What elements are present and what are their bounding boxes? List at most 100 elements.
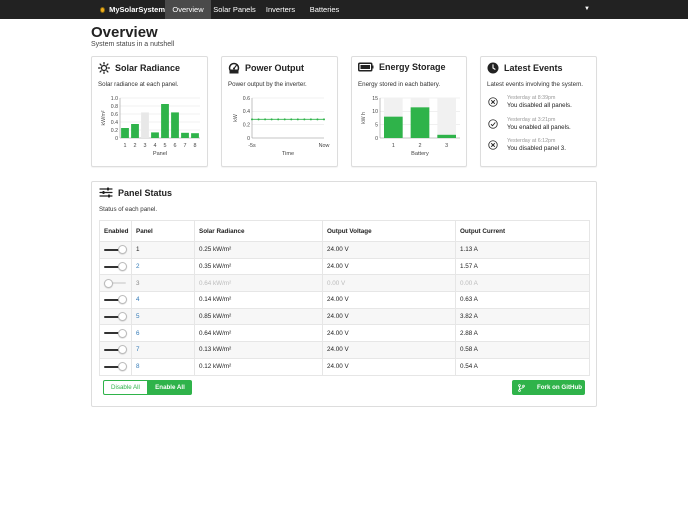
card-title: Power Output — [228, 62, 304, 74]
panel-enabled-toggle[interactable] — [104, 245, 127, 255]
panel-number[interactable]: 1 — [131, 241, 195, 259]
fork-on-github-button[interactable]: Fork on GitHub — [512, 380, 585, 395]
brand[interactable]: MySolarSystem — [0, 0, 165, 19]
enabled-cell — [99, 357, 132, 376]
nav-item-batteries[interactable]: Batteries — [303, 0, 346, 19]
panel-status-desc: Status of each panel. — [99, 206, 158, 213]
output-current-value: 3.82 A — [455, 307, 590, 326]
disable-all-button[interactable]: Disable All — [103, 380, 148, 395]
gauge-icon — [228, 62, 240, 74]
col-output-voltage[interactable]: Output Voltage — [322, 220, 456, 242]
panel-number[interactable]: 3 — [131, 274, 195, 293]
battery-capacity-bar — [437, 98, 456, 138]
power-point — [257, 118, 260, 121]
output-voltage-value: 24.00 V — [322, 324, 456, 343]
nav-item-overview[interactable]: Overview — [165, 0, 211, 19]
latest-events-title: Latest Events — [504, 63, 563, 73]
col-solar-radiance[interactable]: Solar Radiance — [194, 220, 323, 242]
solar-radiance-value: 0.14 kW/m² — [194, 291, 323, 309]
panel-enabled-toggle[interactable] — [104, 312, 127, 322]
panel-rows: 1 0.25 kW/m² 24.00 V 1.13 A 2 0.35 kW/m² 24.00… — [99, 241, 590, 376]
output-voltage-value: 24.00 V — [322, 307, 456, 326]
table-row: 2 0.35 kW/m² 24.00 V 1.57 A — [99, 257, 590, 276]
x-circle-icon — [488, 97, 498, 107]
panel-enabled-toggle[interactable] — [104, 362, 127, 372]
panel-enabled-toggle[interactable] — [104, 345, 127, 355]
dropdown-caret-icon[interactable]: ▼ — [584, 6, 590, 12]
y-tick-label: 0.4 — [111, 120, 118, 126]
col-output-current[interactable]: Output Current — [455, 220, 590, 242]
table-row: 8 0.12 kW/m² 24.00 V 0.54 A — [99, 357, 590, 376]
solar-radiance-desc: Solar radiance at each panel. — [98, 81, 179, 88]
event-text: You disabled panel 3. — [507, 145, 566, 152]
x-tick-label: 1 — [124, 143, 127, 149]
x-tick-label: 1 — [392, 143, 395, 149]
panel-enabled-toggle[interactable] — [104, 278, 126, 288]
toggle-knob — [118, 328, 127, 338]
enabled-cell — [99, 341, 132, 359]
toggle-knob — [118, 345, 127, 355]
nav-item-inverters[interactable]: Inverters — [258, 0, 303, 19]
enabled-cell — [99, 274, 132, 293]
radiance-bar — [191, 133, 199, 138]
col-panel[interactable]: Panel — [131, 220, 195, 242]
panel-number[interactable]: 5 — [131, 307, 195, 326]
toggle-knob — [118, 312, 127, 322]
panel-enabled-toggle[interactable] — [104, 262, 127, 272]
event-text: You disabled all panels. — [507, 102, 572, 109]
toggle-knob — [118, 245, 127, 255]
energy-storage-desc: Energy stored in each battery. — [358, 81, 441, 88]
panel-enabled-toggle[interactable] — [104, 328, 127, 338]
output-voltage-value: 0.00 V — [322, 274, 456, 293]
panel-number[interactable]: 6 — [131, 324, 195, 343]
enable-all-button[interactable]: Enable All — [148, 380, 192, 395]
panel-number[interactable]: 8 — [131, 357, 195, 376]
radiance-bar — [121, 128, 129, 138]
enabled-cell — [99, 307, 132, 326]
y-axis-label: kW/m² — [101, 110, 107, 125]
nav-label: Inverters — [265, 5, 296, 14]
table-row: 6 0.64 kW/m² 24.00 V 2.88 A — [99, 324, 590, 343]
energy-storage-title: Energy Storage — [379, 62, 446, 72]
panel-number[interactable]: 4 — [131, 291, 195, 309]
power-point — [290, 118, 293, 121]
energy-storage-chart: 0 5 10 15 Battery kW h 1 2 3 — [361, 96, 460, 157]
solar-radiance-value: 0.64 kW/m² — [194, 274, 323, 293]
panel-number[interactable]: 7 — [131, 341, 195, 359]
enable-button-group: Disable All Enable All — [103, 380, 192, 395]
event-body: Yesterday at 3:21pm You enabled all pane… — [507, 117, 571, 131]
enabled-cell — [99, 257, 132, 276]
event-item: Yesterday at 8:39pm You disabled all pan… — [488, 95, 572, 109]
toggle-knob — [118, 262, 127, 272]
output-current-value: 0.58 A — [455, 341, 590, 359]
battery-icon — [358, 62, 374, 72]
output-current-value: 1.57 A — [455, 257, 590, 276]
panel-number[interactable]: 2 — [131, 257, 195, 276]
toggle-knob — [118, 362, 127, 372]
sun-icon — [98, 62, 110, 74]
x-tick-label: 3 — [445, 143, 448, 149]
nav-item-solar-panels[interactable]: Solar Panels — [211, 0, 258, 19]
power-output-chart: 0 0.2 0.4 0.6 Time kW -5s Now — [233, 96, 329, 157]
col-enabled[interactable]: Enabled — [99, 220, 132, 242]
table-row: 1 0.25 kW/m² 24.00 V 1.13 A — [99, 241, 590, 259]
x-tick-label: -5s — [248, 143, 256, 149]
x-tick-label: 8 — [194, 143, 197, 149]
y-tick-label: 0.2 — [243, 122, 250, 128]
solar-radiance-value: 0.64 kW/m² — [194, 324, 323, 343]
radiance-bar — [141, 112, 149, 138]
y-tick-label: 1.0 — [111, 96, 118, 102]
solar-radiance-value: 0.12 kW/m² — [194, 357, 323, 376]
panel-enabled-toggle[interactable] — [104, 295, 127, 305]
y-axis-label: kW h — [361, 112, 367, 124]
x-axis-label: Battery — [411, 151, 429, 157]
solar-radiance-value: 0.25 kW/m² — [194, 241, 323, 259]
y-tick-label: 0 — [247, 136, 250, 142]
latest-events-card: Latest Events Latest events involving th… — [480, 56, 597, 167]
power-point — [316, 118, 319, 121]
battery-energy-bar — [410, 107, 430, 138]
event-time: Yesterday at 3:21pm — [507, 117, 556, 123]
check-circle-icon — [488, 119, 498, 129]
solar-radiance-chart: 0 0.2 0.4 0.6 0.8 1.0 Panel kW/m² 1 2 3 4 5 6 7 8 — [101, 96, 200, 157]
y-tick-label: 10 — [372, 109, 378, 115]
